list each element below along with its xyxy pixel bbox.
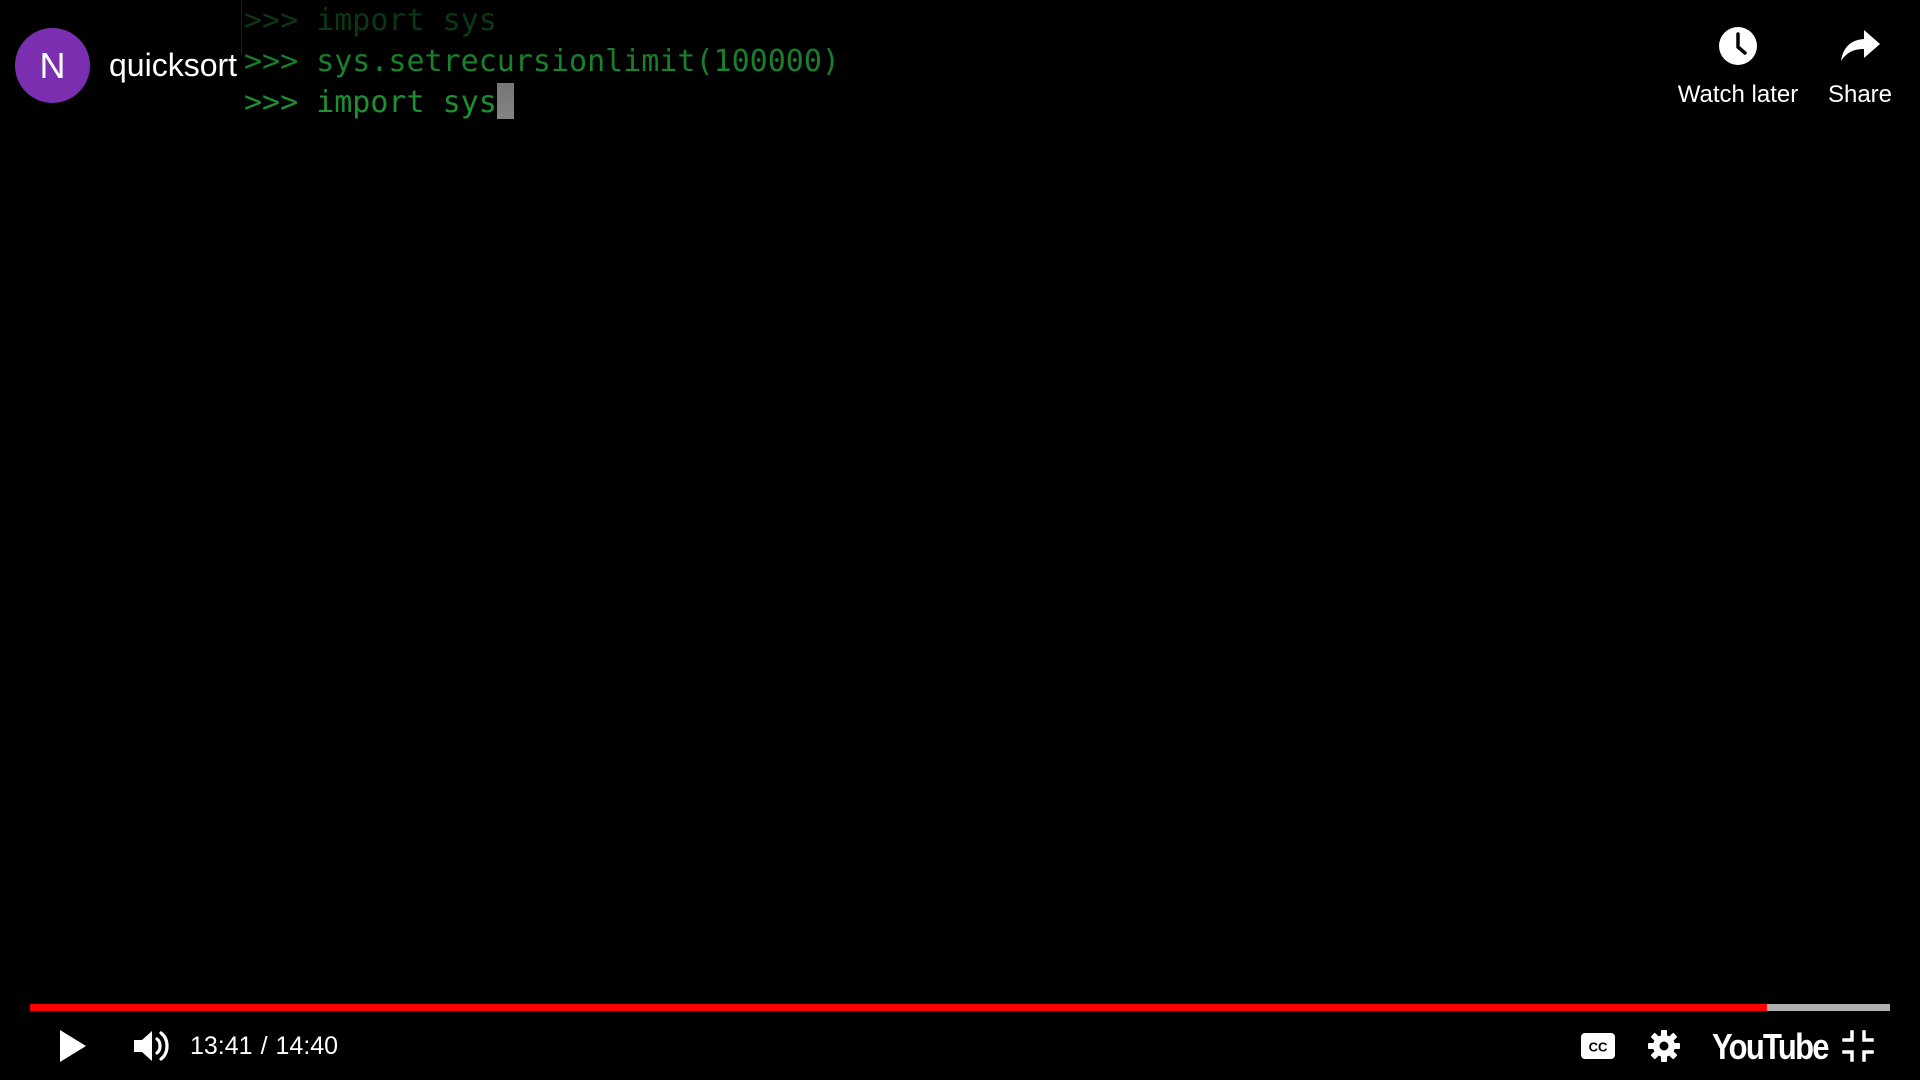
volume-icon xyxy=(132,1028,172,1064)
terminal-line: >>> sys.setrecursionlimit(100000) xyxy=(244,41,840,82)
terminal-prompt: >>> xyxy=(244,85,299,120)
clock-icon xyxy=(1714,22,1762,70)
cc-icon: CC xyxy=(1580,1032,1616,1060)
time-display: 13:41/14:40 xyxy=(190,1030,338,1062)
svg-text:CC: CC xyxy=(1589,1040,1608,1055)
youtube-logo[interactable]: YouTube xyxy=(1712,1026,1830,1068)
exit-fullscreen-icon xyxy=(1842,1030,1874,1062)
volume-button[interactable] xyxy=(122,1022,182,1070)
terminal-code: sys.setrecursionlimit(100000) xyxy=(316,44,840,79)
settings-button[interactable] xyxy=(1638,1022,1690,1070)
duration: 14:40 xyxy=(275,1032,339,1060)
gear-icon xyxy=(1647,1029,1681,1063)
terminal-prompt: >>> xyxy=(244,3,299,38)
exit-fullscreen-button[interactable] xyxy=(1834,1022,1882,1070)
channel-avatar[interactable]: N xyxy=(15,28,90,103)
play-button[interactable] xyxy=(46,1022,100,1070)
watch-later-button[interactable]: Watch later xyxy=(1670,22,1806,110)
captions-button[interactable]: CC xyxy=(1571,1022,1625,1070)
time-separator: / xyxy=(260,1032,268,1060)
share-label: Share xyxy=(1827,81,1893,108)
terminal-code: import sys xyxy=(316,85,497,120)
terminal-line: >>> import sys xyxy=(244,0,840,41)
watch-later-label: Watch later xyxy=(1677,81,1799,108)
terminal-window-edge xyxy=(241,0,242,54)
current-time: 13:41 xyxy=(190,1032,253,1060)
share-arrow-icon xyxy=(1836,22,1884,70)
terminal-code: import sys xyxy=(316,3,497,38)
play-icon xyxy=(58,1029,88,1063)
video-player[interactable]: >>> import sys >>> sys.setrecursionlimit(1… xyxy=(0,0,1920,1080)
terminal-prompt: >>> xyxy=(244,44,299,79)
terminal-line: >>> import sys xyxy=(244,82,840,123)
terminal-content: >>> import sys >>> sys.setrecursionlimit(1… xyxy=(244,0,840,123)
share-button[interactable]: Share xyxy=(1822,22,1898,110)
terminal-cursor xyxy=(496,83,514,119)
progress-bar[interactable] xyxy=(30,1004,1890,1011)
video-title[interactable]: quicksort xyxy=(109,44,237,86)
progress-played xyxy=(30,1004,1768,1011)
